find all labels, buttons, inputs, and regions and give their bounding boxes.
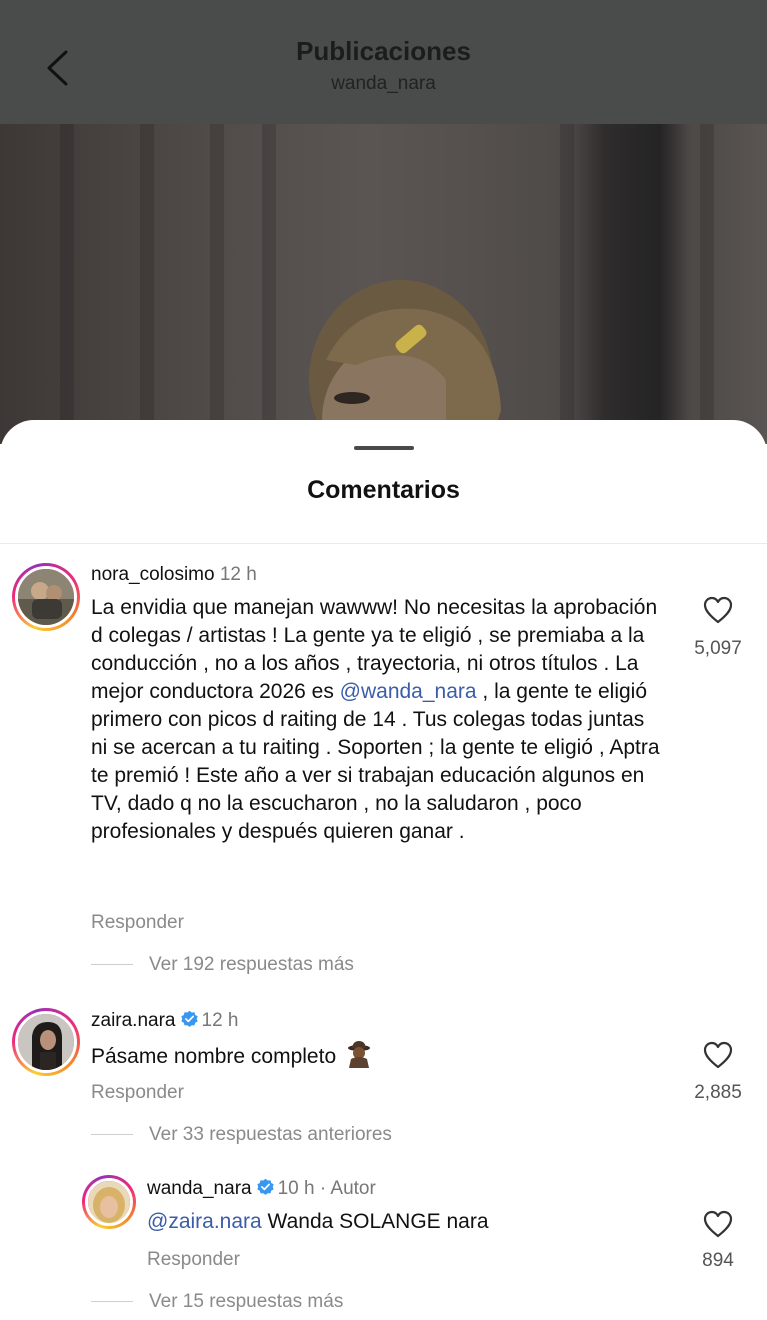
heart-outline-icon[interactable]: [703, 596, 733, 624]
reply-header: wanda_nara 10 h · Autor: [147, 1178, 376, 1200]
heart-outline-icon[interactable]: [703, 1041, 733, 1069]
top-bar: Publicaciones wanda_nara: [0, 0, 767, 124]
comment-time: 12 h: [201, 1010, 239, 1031]
verified-badge-icon: [256, 1178, 274, 1195]
like-count: 2,885: [694, 1082, 742, 1103]
replies-line: [91, 1134, 133, 1136]
view-replies-button[interactable]: Ver 15 respuestas más: [91, 1291, 343, 1313]
reply-username[interactable]: wanda_nara: [147, 1178, 252, 1199]
comment-header: zaira.nara 12 h: [91, 1010, 238, 1032]
like-count: 5,097: [694, 638, 742, 659]
detective-emoji-icon: [347, 1041, 370, 1068]
reply-button[interactable]: Responder: [147, 1249, 240, 1271]
view-replies-button[interactable]: Ver 192 respuestas más: [91, 954, 354, 976]
sheet-drag-handle[interactable]: [354, 446, 414, 450]
person-figure-image: [309, 280, 501, 444]
reply-button[interactable]: Responder: [91, 1082, 184, 1104]
replies-line: [91, 964, 133, 966]
mention-link[interactable]: @wanda_nara: [340, 680, 477, 703]
reply-text: @zaira.nara Wanda SOLANGE nara: [147, 1210, 489, 1233]
avatar[interactable]: [12, 1008, 80, 1076]
heart-outline-icon[interactable]: [703, 1210, 733, 1238]
comment-header: nora_colosimo 12 h: [91, 564, 257, 586]
avatar[interactable]: [82, 1175, 136, 1229]
post-photo[interactable]: [0, 124, 767, 444]
comment-text: Pásame nombre completo: [91, 1040, 666, 1071]
comment-time: 12 h: [219, 564, 257, 585]
reply-meta: 10 h · Autor: [277, 1178, 376, 1199]
mention-link[interactable]: @zaira.nara: [147, 1210, 262, 1233]
like-count: 894: [702, 1250, 734, 1271]
replies-line: [91, 1301, 133, 1303]
comment-username[interactable]: zaira.nara: [91, 1010, 176, 1031]
avatar[interactable]: [12, 563, 80, 631]
comment-username[interactable]: nora_colosimo: [91, 564, 215, 585]
verified-badge-icon: [180, 1010, 198, 1027]
view-replies-button[interactable]: Ver 33 respuestas anteriores: [91, 1124, 392, 1146]
page-subtitle-username[interactable]: wanda_nara: [0, 73, 767, 95]
reply-button[interactable]: Responder: [91, 912, 184, 934]
comments-title: Comentarios: [307, 476, 460, 504]
comment-text: La envidia que manejan wawww! No necesit…: [91, 596, 660, 843]
sheet-divider: [0, 543, 767, 544]
page-title: Publicaciones: [296, 36, 471, 66]
